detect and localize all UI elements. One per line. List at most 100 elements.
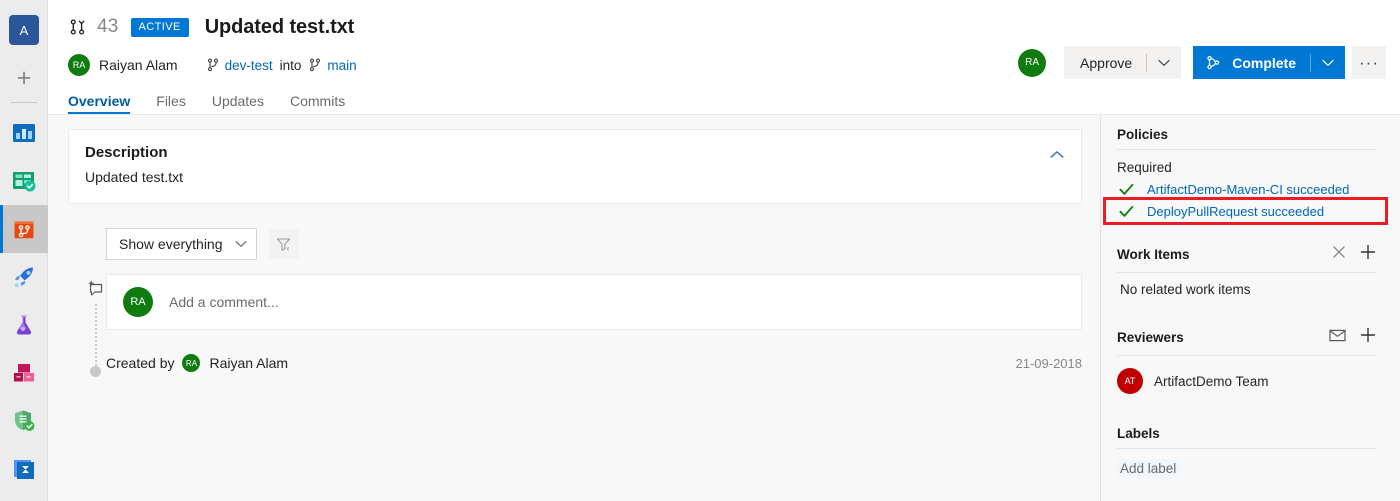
tab-updates[interactable]: Updates	[212, 93, 264, 114]
boards-icon	[13, 172, 36, 192]
add-label-button[interactable]: Add label	[1117, 459, 1180, 478]
analytics-icon	[14, 460, 34, 479]
shield-icon	[15, 410, 35, 431]
labels-title: Labels	[1117, 426, 1160, 441]
work-items-section: Work Items No related work items	[1117, 244, 1376, 297]
current-user-avatar-wrap[interactable]: RA	[1018, 48, 1047, 77]
work-items-title: Work Items	[1117, 247, 1190, 262]
discussion-filter-row: Show everything x	[68, 228, 1082, 260]
sidebar-item-pipelines[interactable]	[0, 253, 48, 301]
repos-icon	[14, 221, 34, 239]
work-items-actions	[1332, 244, 1376, 265]
approve-button-label: Approve	[1080, 54, 1133, 71]
author-avatar: RA	[68, 54, 90, 76]
policy-item-highlighted-wrap: DeployPullRequest succeeded	[1103, 197, 1388, 225]
created-by-row: Created by RA Raiyan Alam 21-09-2018	[106, 350, 1082, 376]
rail-divider	[10, 102, 37, 103]
complete-button-label: Complete	[1232, 54, 1296, 71]
branch-into-label: into	[279, 57, 302, 73]
chevron-down-icon	[1158, 59, 1170, 66]
approve-button[interactable]: Approve	[1064, 46, 1182, 79]
add-comment-box[interactable]: RA Add a comment...	[106, 274, 1082, 330]
azure-devops-pull-request-page: A + 43 ACTIVE Updated test.txt RA Raiyan…	[0, 0, 1400, 501]
main-column: 43 ACTIVE Updated test.txt RA Raiyan Ala…	[48, 0, 1400, 501]
work-items-header: Work Items	[1117, 244, 1376, 272]
work-items-empty-text: No related work items	[1120, 282, 1251, 297]
policies-header: Policies	[1117, 127, 1376, 149]
header-action-buttons: RA Approve Complete ···	[1018, 46, 1386, 79]
sidebar-item-boards[interactable]	[0, 157, 48, 205]
complete-button[interactable]: Complete	[1193, 46, 1345, 79]
sidebar-item-security[interactable]	[0, 397, 48, 445]
sidebar-item-analytics[interactable]	[0, 445, 48, 493]
mail-icon[interactable]	[1329, 329, 1346, 347]
source-branch-link[interactable]: dev-test	[225, 58, 273, 73]
reviewers-header: Reviewers	[1117, 327, 1376, 355]
policies-divider	[1117, 149, 1376, 150]
details-sidebar: Policies Required ArtifactDemo-Maven-CI …	[1100, 115, 1400, 501]
tab-overview[interactable]: Overview	[68, 93, 131, 114]
ellipsis-icon: ···	[1359, 52, 1379, 72]
overview-icon	[13, 124, 35, 142]
created-by-label: Created by	[106, 355, 175, 371]
chevron-up-icon	[1050, 150, 1064, 158]
policies-title: Policies	[1117, 127, 1169, 142]
close-icon[interactable]	[1332, 245, 1346, 264]
page-title: Updated test.txt	[204, 15, 355, 38]
reviewers-actions	[1329, 327, 1376, 348]
reviewer-row[interactable]: AT ArtifactDemo Team	[1117, 356, 1376, 394]
plus-icon[interactable]	[1360, 244, 1376, 265]
comment-user-avatar: RA	[123, 287, 153, 317]
plus-icon[interactable]	[1360, 327, 1376, 348]
check-icon	[1119, 183, 1141, 196]
description-text: Updated test.txt	[85, 169, 184, 185]
policy-label[interactable]: ArtifactDemo-Maven-CI succeeded	[1147, 182, 1349, 197]
policy-item[interactable]: ArtifactDemo-Maven-CI succeeded	[1117, 178, 1376, 200]
left-navigation-rail: A +	[0, 0, 48, 501]
chevron-down-icon	[1322, 59, 1334, 66]
target-branch-icon	[310, 58, 321, 72]
description-title: Description	[85, 144, 168, 161]
sidebar-item-overview[interactable]	[0, 109, 48, 157]
add-comment-icon	[86, 280, 105, 304]
policies-required-label: Required	[1117, 160, 1172, 175]
policies-section: Policies Required ArtifactDemo-Maven-CI …	[1103, 127, 1388, 225]
plus-icon: +	[16, 63, 32, 92]
labels-section: Labels Add label	[1117, 426, 1376, 478]
filter-clear-icon: x	[276, 237, 291, 252]
sidebar-item-repos[interactable]	[0, 205, 48, 253]
add-comment-placeholder: Add a comment...	[169, 294, 279, 310]
test-plans-icon	[16, 315, 32, 335]
thread-connector-line	[95, 304, 97, 366]
pull-request-tabs: Overview Files Updates Commits	[48, 88, 1400, 114]
merge-icon	[1207, 55, 1220, 70]
policy-item[interactable]: DeployPullRequest succeeded	[1117, 200, 1376, 222]
created-by-name: Raiyan Alam	[209, 355, 289, 371]
artifacts-icon	[14, 364, 34, 382]
complete-dropdown-button[interactable]	[1311, 46, 1345, 79]
created-by-avatar: RA	[182, 354, 201, 372]
show-everything-label: Show everything	[119, 236, 223, 252]
page-body: Description Updated test.txt Show everyt…	[48, 114, 1400, 501]
approve-dropdown-button[interactable]	[1147, 46, 1181, 79]
author-name: Raiyan Alam	[99, 57, 178, 73]
show-everything-dropdown[interactable]: Show everything	[106, 228, 257, 260]
description-collapse-button[interactable]	[1043, 140, 1071, 168]
pull-request-number: 43	[97, 16, 119, 37]
clear-filter-button[interactable]: x	[268, 229, 299, 259]
thread-rail	[86, 274, 106, 377]
organization-badge[interactable]: A	[0, 6, 48, 54]
labels-header: Labels	[1117, 426, 1376, 448]
sidebar-item-artifacts[interactable]	[0, 349, 48, 397]
target-branch-link[interactable]: main	[327, 58, 356, 73]
tab-files[interactable]: Files	[156, 93, 186, 114]
pull-request-icon	[70, 19, 85, 35]
more-actions-button[interactable]: ···	[1352, 46, 1386, 79]
reviewer-avatar: AT	[1117, 368, 1143, 394]
description-card: Description Updated test.txt	[68, 129, 1082, 204]
reviewers-title: Reviewers	[1117, 330, 1184, 345]
new-project-button[interactable]: +	[0, 54, 48, 102]
sidebar-item-test-plans[interactable]	[0, 301, 48, 349]
policy-label[interactable]: DeployPullRequest succeeded	[1147, 204, 1324, 219]
tab-commits[interactable]: Commits	[290, 93, 345, 114]
